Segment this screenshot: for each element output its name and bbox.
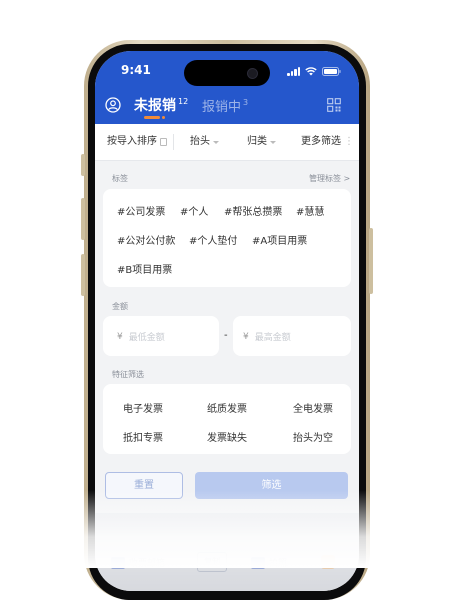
tab-reporting-count: 3 bbox=[243, 98, 249, 107]
tag-chip[interactable]: #A项目用票 bbox=[252, 232, 307, 247]
status-icons bbox=[287, 66, 341, 76]
app-shortcut-icon[interactable] bbox=[321, 555, 335, 569]
user-icon[interactable] bbox=[105, 97, 121, 117]
sort-icon bbox=[160, 138, 167, 146]
active-tab-indicator bbox=[144, 116, 160, 119]
tags-card: #公司发票 #个人 #帮张总攒票 #慧慧 #公对公付款 #个人垫付 #A项目用票… bbox=[103, 189, 351, 287]
tab-unreported[interactable]: 未报销 12 bbox=[134, 95, 188, 115]
tag-chip[interactable]: #个人 bbox=[180, 203, 208, 218]
currency-symbol: ¥ bbox=[117, 331, 123, 342]
phone-screen: 9:41 未报销 12 报销中 3 按导入排序 抬头 归类 更多筛选 ⋮ 标签 … bbox=[95, 51, 359, 591]
phone-volume-up-button bbox=[81, 198, 85, 240]
min-amount-field[interactable]: ¥ 最低金额 bbox=[103, 316, 219, 356]
phone-volume-down-button bbox=[81, 254, 85, 296]
max-amount-placeholder: 最高金额 bbox=[254, 333, 291, 343]
tag-chip[interactable]: #慧慧 bbox=[296, 203, 324, 218]
sort-by-import-label: 按导入排序 bbox=[107, 136, 157, 147]
battery-icon bbox=[322, 66, 341, 76]
invoice-title-dropdown[interactable]: 抬头 bbox=[190, 124, 219, 160]
manage-tags-link[interactable]: 管理标签 > bbox=[309, 173, 350, 184]
more-filters-dropdown[interactable]: 更多筛选 ⋮ bbox=[301, 124, 354, 160]
reset-button[interactable]: 重置 bbox=[105, 472, 183, 499]
filter-button[interactable]: 筛选 bbox=[195, 472, 348, 499]
invoice-email-label: 收票邮箱 bbox=[129, 559, 166, 569]
tab-unreported-label: 未报销 bbox=[134, 98, 176, 114]
phone-power-button bbox=[369, 228, 373, 294]
camera-item[interactable]: 拍照 bbox=[251, 556, 287, 569]
copy-button[interactable]: 复制 bbox=[197, 552, 227, 572]
currency-symbol: ¥ bbox=[243, 331, 249, 342]
signal-icon bbox=[287, 66, 300, 76]
tag-chip[interactable]: #帮张总攒票 bbox=[224, 203, 282, 218]
category-dropdown[interactable]: 归类 bbox=[247, 124, 276, 160]
sort-by-import-dropdown[interactable]: 按导入排序 bbox=[107, 124, 167, 160]
feature-option[interactable]: 纸质发票 bbox=[187, 400, 267, 415]
tab-unreported-count: 12 bbox=[178, 97, 189, 106]
min-amount-placeholder: 最低金额 bbox=[128, 333, 165, 343]
chevron-down-icon bbox=[270, 140, 276, 144]
chevron-down-icon bbox=[213, 140, 219, 144]
app-header: 9:41 未报销 12 报销中 3 bbox=[95, 51, 359, 124]
camera-icon bbox=[251, 556, 265, 569]
feature-option[interactable]: 发票缺失 bbox=[187, 429, 267, 444]
more-filters-label: 更多筛选 bbox=[301, 136, 341, 147]
amount-section-label: 金额 bbox=[112, 302, 128, 311]
feature-filter-card: 电子发票 纸质发票 全电发票 抵扣专票 发票缺失 抬头为空 bbox=[103, 384, 351, 454]
filter-bar: 按导入排序 抬头 归类 更多筛选 ⋮ bbox=[95, 124, 359, 161]
phone-action-button bbox=[81, 154, 85, 176]
wifi-icon bbox=[305, 66, 317, 76]
invoice-title-label: 抬头 bbox=[190, 136, 210, 147]
feature-option[interactable]: 抵扣专票 bbox=[103, 429, 183, 444]
max-amount-field[interactable]: ¥ 最高金额 bbox=[233, 316, 351, 356]
tags-section-label: 标签 bbox=[112, 174, 128, 183]
camera-label: 拍照 bbox=[269, 559, 288, 569]
dynamic-island bbox=[184, 60, 270, 86]
tag-chip[interactable]: #个人垫付 bbox=[189, 232, 237, 247]
feature-section-label: 特征筛选 bbox=[112, 370, 144, 379]
tab-reporting[interactable]: 报销中 3 bbox=[202, 96, 248, 115]
feature-option[interactable]: 抬头为空 bbox=[273, 429, 353, 444]
status-time: 9:41 bbox=[121, 63, 151, 77]
feature-option[interactable]: 电子发票 bbox=[103, 400, 183, 415]
mail-icon bbox=[111, 556, 125, 569]
qr-code-icon[interactable] bbox=[327, 97, 341, 116]
active-tab-indicator-dot bbox=[162, 116, 165, 119]
category-label: 归类 bbox=[247, 136, 267, 147]
amount-range-separator: - bbox=[224, 330, 228, 341]
feature-option[interactable]: 全电发票 bbox=[273, 400, 353, 415]
tag-chip[interactable]: #B项目用票 bbox=[117, 261, 172, 276]
tag-chip[interactable]: #公司发票 bbox=[117, 203, 165, 218]
more-icon: ⋮ bbox=[344, 136, 354, 147]
filter-divider bbox=[173, 134, 174, 150]
camera-icon bbox=[247, 68, 258, 79]
tag-chip[interactable]: #公对公付款 bbox=[117, 232, 175, 247]
bottom-toolbar: 收票邮箱 复制 拍照 bbox=[95, 548, 359, 580]
tab-reporting-label: 报销中 bbox=[202, 100, 242, 115]
invoice-email-item[interactable]: 收票邮箱 bbox=[111, 556, 165, 569]
